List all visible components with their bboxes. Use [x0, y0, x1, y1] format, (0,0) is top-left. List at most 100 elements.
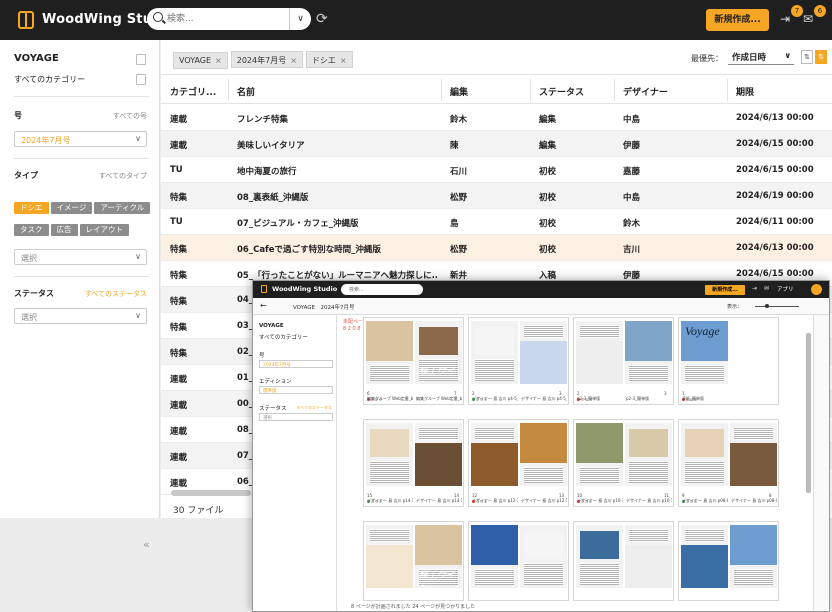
logout-icon[interactable]: ⇥ — [752, 285, 757, 292]
column-header-name[interactable]: 名前 — [237, 85, 255, 98]
type-chip-ad[interactable]: 広告 — [50, 224, 78, 236]
page-thumbnail[interactable] — [471, 423, 518, 486]
issue-select[interactable]: 2024年7月号 ∨ — [14, 131, 147, 147]
window-side-title[interactable]: VOYAGE — [259, 323, 284, 329]
column-header-status[interactable]: ステータス — [539, 85, 584, 98]
page-thumbnail[interactable] — [520, 525, 567, 588]
avatar[interactable] — [811, 284, 822, 295]
window-status-select[interactable]: 選択 — [259, 413, 333, 421]
new-button[interactable]: 新規作成... — [706, 9, 769, 31]
list-icon[interactable] — [136, 74, 146, 85]
page-spread-thumbnail[interactable]: 2 3 p2-3_簡単版 p2-3_簡単版 — [573, 317, 674, 405]
filter-chip-brand[interactable]: VOYAGE × — [173, 52, 228, 69]
close-icon[interactable]: × — [340, 56, 347, 65]
table-row[interactable]: 特集 08_裏表紙_沖縄版 松野 初校 中島 2024/6/19 00:00 — [161, 183, 832, 209]
page-thumbnail[interactable] — [366, 423, 413, 486]
horizontal-scrollbar[interactable] — [171, 490, 251, 496]
page-text-block — [475, 359, 514, 381]
brand-filter-title[interactable]: VOYAGE — [14, 53, 59, 64]
window-search-input[interactable]: 検索... — [341, 284, 423, 295]
page-spread-thumbnail[interactable]: 1213デザイナー 島 吉川 p12-13_簡単版デザイナー 島 吉川 p12-… — [468, 419, 569, 507]
page-spread-thumbnail[interactable]: 1 表紙_簡単版 Voyage — [678, 317, 779, 405]
zoom-slider[interactable] — [755, 304, 799, 308]
window-issue-select[interactable]: 2024年7月号 — [259, 360, 333, 368]
table-row[interactable]: 特集 06_Cafeで過ごす特別な時間_沖縄版 松野 初校 吉川 2024/6/13 00… — [161, 235, 832, 261]
inbox-icon[interactable]: ✉ — [764, 285, 769, 292]
page-thumbnail[interactable] — [471, 525, 518, 588]
all-statuses-link[interactable]: すべてのステータス — [85, 289, 147, 299]
table-row[interactable]: TU 地中海夏の旅行 石川 初校 嘉藤 2024/6/15 00:00 — [161, 157, 832, 183]
collapse-sidebar-icon[interactable]: « — [143, 538, 150, 551]
all-issues-link[interactable]: すべての号 — [113, 111, 147, 121]
table-row[interactable]: 連載 フレンチ特集 鈴木 編集 中島 2024/6/13 00:00 — [161, 105, 832, 131]
page-spread-thumbnail[interactable]: 67編集グループ Web定番_bodyでの出力編集グループ Web定番_body… — [363, 317, 464, 405]
all-types-link[interactable]: すべてのタイプ — [99, 171, 147, 181]
sort-ascending-icon[interactable]: ⇅ — [801, 50, 813, 64]
table-row[interactable]: 連載 美味しいイタリア 陳 編集 伊藤 2024/6/15 00:00 — [161, 131, 832, 157]
window-new-button[interactable]: 新規作成... — [705, 285, 745, 295]
page-thumbnail[interactable] — [625, 321, 672, 384]
page-thumbnail[interactable] — [681, 525, 728, 588]
page-thumbnail[interactable] — [471, 321, 518, 384]
type-chip-article[interactable]: アーティクル — [94, 202, 151, 214]
type-chip-dossier[interactable]: ドシエ — [14, 202, 49, 214]
window-edition-select[interactable]: 標準版 — [259, 386, 333, 394]
column-header-designer[interactable]: デザイナー — [623, 85, 668, 98]
logout-icon[interactable]: ⇥ 7 — [780, 5, 803, 28]
page-thumbnail[interactable] — [576, 423, 623, 486]
close-icon[interactable]: × — [215, 56, 222, 65]
page-thumbnail[interactable] — [415, 423, 462, 486]
page-spread-thumbnail[interactable]: 23デザイナー 島 吉川 p4-5_簡単版デザイナー 島 吉川 p4-5_簡単版 — [468, 317, 569, 405]
column-header-editor[interactable]: 編集 — [450, 85, 468, 98]
search-box[interactable]: ∨ — [147, 8, 311, 30]
page-thumbnail[interactable] — [625, 423, 672, 486]
search-input[interactable] — [167, 11, 285, 27]
inbox-icon[interactable]: ✉ 6 — [803, 5, 826, 28]
vertical-scrollbar[interactable] — [806, 333, 811, 493]
sort-descending-icon[interactable]: ⇅ — [815, 50, 827, 64]
search-scope-dropdown[interactable]: ∨ — [289, 8, 311, 30]
column-divider[interactable] — [228, 79, 229, 101]
page-thumbnail[interactable] — [366, 321, 413, 384]
page-spread-thumbnail[interactable] — [468, 521, 569, 601]
close-icon[interactable]: × — [290, 56, 297, 65]
back-arrow-icon[interactable]: ← — [260, 301, 271, 312]
sort-select[interactable]: 作成日時 ∨ — [728, 49, 794, 65]
status-select[interactable]: 選択 ∨ — [14, 308, 147, 324]
column-divider[interactable] — [727, 79, 728, 101]
column-divider[interactable] — [614, 79, 615, 101]
page-thumbnail[interactable] — [730, 423, 777, 486]
page-thumbnail[interactable] — [625, 525, 672, 588]
table-row[interactable]: TU 07_ビジュアル・カフェ_沖縄版 島 初校 鈴木 2024/6/11 00:00 — [161, 209, 832, 235]
page-thumbnail[interactable] — [730, 525, 777, 588]
apps-menu[interactable]: アプリ — [777, 285, 794, 293]
page-thumbnail[interactable] — [520, 423, 567, 486]
document-icon[interactable] — [136, 54, 146, 65]
page-thumbnail[interactable] — [576, 525, 623, 588]
type-select[interactable]: 選択 ∨ — [14, 249, 147, 265]
page-thumbnail[interactable] — [520, 321, 567, 384]
page-spread-thumbnail[interactable]: 1514デザイナー 島 吉川 p14-15_簡単版デザイナー 島 吉川 p14-… — [363, 419, 464, 507]
window-all-statuses-link[interactable]: すべてのステータス — [296, 405, 332, 411]
type-chip-image[interactable]: イメージ — [50, 202, 93, 214]
issue-select-value: 2024年7月号 — [21, 136, 71, 145]
page-thumbnail[interactable] — [576, 321, 623, 384]
column-header-due[interactable]: 期限 — [736, 85, 754, 98]
column-divider[interactable] — [530, 79, 531, 101]
page-spread-thumbnail[interactable] — [573, 521, 674, 601]
type-chip-layout[interactable]: レイアウト — [79, 224, 129, 236]
all-categories-link[interactable]: すべてのカテゴリー — [14, 74, 85, 85]
page-thumbnail[interactable] — [366, 525, 413, 588]
page-thumbnail[interactable] — [681, 423, 728, 486]
filter-chip-type[interactable]: ドシエ × — [305, 51, 353, 68]
page-spread-thumbnail[interactable] — [678, 521, 779, 601]
window-side-categories[interactable]: すべてのカテゴリー — [259, 333, 308, 341]
page-spread-thumbnail[interactable]: 1011デザイナー 島 吉川 p10-11_簡単版デザイナー 島 吉川 p10-… — [573, 419, 674, 507]
filter-chip-issue[interactable]: 2024年7月号 × — [230, 51, 303, 68]
page-spread-thumbnail[interactable]: 極上ワイン — [363, 521, 464, 601]
refresh-icon[interactable]: ⟳ — [316, 11, 328, 27]
column-header-category[interactable]: カテゴリ... — [170, 85, 216, 98]
page-spread-thumbnail[interactable]: 98デザイナー 島 吉川 p08-09_簡単版デザイナー 島 吉川 p08-09… — [678, 419, 779, 507]
column-divider[interactable] — [441, 79, 442, 101]
type-chip-task[interactable]: タスク — [14, 224, 49, 236]
